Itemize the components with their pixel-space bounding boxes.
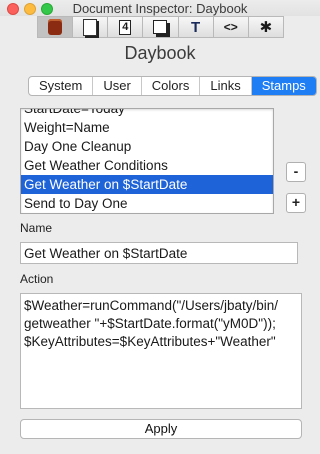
action-label: Action xyxy=(20,272,54,286)
list-item-selected[interactable]: Get Weather on $StartDate xyxy=(21,175,273,194)
tab-system[interactable]: System xyxy=(29,77,94,95)
name-label: Name xyxy=(20,221,53,235)
tab-links[interactable]: Links xyxy=(200,77,252,95)
name-field[interactable]: Get Weather on $StartDate xyxy=(20,242,298,264)
page-number-inspector-button[interactable]: 4 xyxy=(108,17,144,37)
tab-stamps[interactable]: Stamps xyxy=(251,77,316,95)
action-field[interactable]: $Weather=runCommand("/Users/jbaty/bin/ g… xyxy=(20,293,302,409)
inspector-toolbar: 4 T <> ✱ xyxy=(37,16,284,38)
list-item[interactable]: Weight=Name xyxy=(21,118,273,137)
apply-button[interactable]: Apply xyxy=(20,419,302,439)
appearance-inspector-button[interactable] xyxy=(143,17,179,37)
properties-inspector-button[interactable]: ✱ xyxy=(248,17,283,37)
remove-stamp-button[interactable]: - xyxy=(286,162,306,182)
action-inspector-button[interactable]: <> xyxy=(213,17,249,37)
shadow-frame-icon xyxy=(153,20,168,34)
code-icon: <> xyxy=(223,20,238,34)
tab-user[interactable]: User xyxy=(93,77,142,95)
document-name: Daybook xyxy=(124,43,196,63)
list-item[interactable]: Get Weather Conditions xyxy=(21,156,273,175)
text-icon: T xyxy=(191,18,201,36)
document-inspector-button[interactable] xyxy=(38,17,74,37)
list-item[interactable]: Day One Cleanup xyxy=(21,137,273,156)
stamps-list[interactable]: StartDate=Today Weight=Name Day One Clea… xyxy=(20,108,274,214)
page-icon xyxy=(83,18,98,36)
page-number-icon: 4 xyxy=(119,19,132,35)
list-item[interactable]: Send to Day One xyxy=(21,194,273,213)
list-item[interactable]: StartDate=Today xyxy=(21,109,273,118)
gear-icon: ✱ xyxy=(259,19,273,36)
page-inspector-button[interactable] xyxy=(73,17,109,37)
inspector-tabs: System User Colors Links Stamps xyxy=(28,76,317,96)
add-stamp-button[interactable]: + xyxy=(286,193,306,213)
document-icon xyxy=(48,19,63,35)
text-inspector-button[interactable]: T xyxy=(178,17,214,37)
tab-colors[interactable]: Colors xyxy=(142,77,201,95)
window-title: Document Inspector: Daybook xyxy=(72,1,248,16)
title-bar: Document Inspector: Daybook xyxy=(0,0,320,16)
